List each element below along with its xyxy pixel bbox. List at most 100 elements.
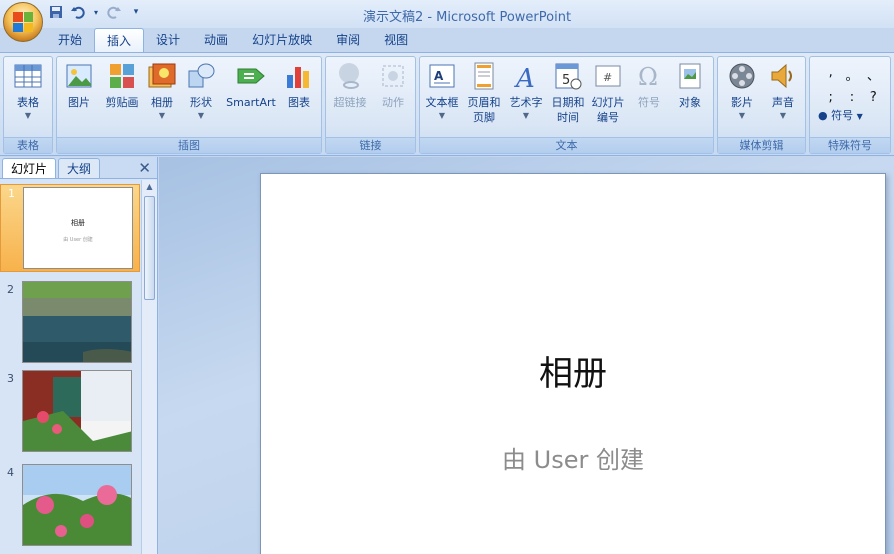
action-button[interactable]: 动作 [374,61,412,110]
shapes-icon [186,61,216,91]
tab-slides[interactable]: 幻灯片 [2,158,57,178]
flowers-photo [23,465,131,545]
chart-button[interactable]: 图表 [281,61,317,110]
symbol-comma[interactable]: , [820,65,841,84]
ribbon-tabs: 开始 插入 设计 动画 幻灯片放映 审阅 视图 [46,28,420,52]
svg-text:A: A [434,69,444,83]
slide-thumb-frame [22,281,132,363]
panel-tabs: 幻灯片 大纲 ✕ [0,157,157,179]
wordart-label: 艺术字 [509,96,543,109]
slide-thumbnails: 1 相册 由 User 创建 2 3 4 [0,180,140,554]
object-label: 对象 [679,96,701,109]
header-footer-label-2: 页脚 [473,111,495,124]
bullet-icon: ● [818,109,828,122]
slide-number: 4 [7,466,14,479]
group-illustrations: 图片 剪贴画 相册 ▼ 形状 ▼ SmartArt 图表 插图 [56,56,322,154]
group-links: 超链接 动作 链接 [325,56,416,154]
hyperlink-label: 超链接 [333,96,367,109]
clipart-label: 剪贴画 [105,96,139,109]
chevron-down-icon: ▼ [438,111,446,120]
object-button[interactable]: 对象 [670,61,710,110]
table-icon [13,61,43,91]
slide-thumb-frame [22,370,132,452]
symbol-button[interactable]: Ω 符号 [630,61,668,110]
group-text-label: 文本 [420,137,713,153]
thumbnail-scrollbar[interactable]: ▲ [141,180,157,554]
group-media: 影片 ▼ 声音 ▼ 媒体剪辑 [717,56,806,154]
action-label: 动作 [382,96,404,109]
group-special-symbols-label: 特殊符号 [810,137,890,153]
textbox-button[interactable]: A 文本框 ▼ [422,61,462,122]
textbox-label: 文本框 [425,96,459,109]
date-time-label-1: 日期和 [551,96,585,109]
sound-button[interactable]: 声音 ▼ [764,61,802,122]
smartart-button[interactable]: SmartArt [223,61,279,110]
symbol-period[interactable]: 。 [841,65,862,84]
ribbon: 表格 ▼ 表格 图片 剪贴画 相册 ▼ 形状 ▼ SmartArt 图表 插图 … [0,52,894,156]
group-links-label: 链接 [326,137,415,153]
movie-button[interactable]: 影片 ▼ [722,61,762,122]
tab-outline[interactable]: 大纲 [58,158,101,178]
svg-text:#: # [603,71,612,84]
date-time-button[interactable]: 5 日期和 时间 [548,61,588,125]
landscape-photo [23,282,131,362]
symbol-enum-comma[interactable]: 、 [863,65,884,84]
table-button[interactable]: 表格 ▼ [8,61,48,122]
chevron-down-icon: ▼ [856,112,863,121]
header-footer-button[interactable]: 页眉和 页脚 [464,61,504,125]
chevron-down-icon: ▼ [738,111,746,120]
wordart-button[interactable]: A 艺术字 ▼ [506,61,546,122]
picture-button[interactable]: 图片 [61,61,97,110]
tab-review[interactable]: 审阅 [324,28,372,52]
tab-insert[interactable]: 插入 [94,28,145,52]
smartart-label: SmartArt [226,96,276,109]
slide-thumbnail-3[interactable]: 3 [0,370,140,454]
group-text: A 文本框 ▼ 页眉和 页脚 A 艺术字 ▼ 5 日期和 时间 # 幻灯片 编号… [419,56,714,154]
slides-panel: 幻灯片 大纲 ✕ 1 相册 由 User 创建 2 3 4 ▲ [0,157,158,554]
special-symbol-button[interactable]: ● 符号 ▼ [818,107,863,123]
current-slide[interactable]: 相册 由 User 创建 [260,173,886,554]
omega-icon: Ω [634,61,664,91]
wordart-icon: A [511,61,541,94]
photo-album-icon [147,61,177,91]
group-special-symbols: , 。 、 ; : ? ● 符号 ▼ 特殊符号 [809,56,891,154]
slide-editor: 相册 由 User 创建 [159,157,894,554]
group-media-label: 媒体剪辑 [718,137,805,153]
symbol-colon[interactable]: : [841,90,862,105]
chart-icon [284,61,314,91]
symbol-question[interactable]: ? [863,90,884,105]
office-logo-icon [13,12,33,32]
shapes-button[interactable]: 形状 ▼ [183,61,219,122]
tab-slideshow[interactable]: 幻灯片放映 [240,28,324,52]
thumb-subtitle: 由 User 创建 [63,237,93,243]
speaker-icon [768,61,798,91]
header-footer-label-1: 页眉和 [467,96,501,109]
slide-thumbnail-1[interactable]: 1 相册 由 User 创建 [0,184,140,272]
close-icon[interactable]: ✕ [138,159,151,177]
scroll-up-icon[interactable]: ▲ [142,180,157,194]
chevron-down-icon: ▼ [158,111,166,120]
sound-label: 声音 [772,96,794,109]
window-title: 演示文稿2 - Microsoft PowerPoint [362,10,572,25]
slide-number-button[interactable]: # 幻灯片 编号 [588,61,628,125]
slide-thumbnail-4[interactable]: 4 [0,464,140,548]
calendar-icon: 5 [553,61,583,91]
tab-design[interactable]: 设计 [144,28,192,52]
scrollbar-thumb[interactable] [144,196,155,300]
slide-thumbnail-2[interactable]: 2 [0,281,140,365]
tab-view[interactable]: 视图 [372,28,420,52]
photo-album-button[interactable]: 相册 ▼ [145,61,179,122]
slide-title[interactable]: 相册 [261,346,885,395]
group-illustrations-label: 插图 [57,137,321,153]
office-button[interactable] [3,2,43,42]
group-table-label: 表格 [4,137,52,153]
slide-number-label-1: 幻灯片 [591,96,625,109]
slide-subtitle[interactable]: 由 User 创建 [261,440,885,475]
hyperlink-button[interactable]: 超链接 [330,61,370,110]
slide-number: 3 [7,372,14,385]
symbol-semicolon[interactable]: ; [820,90,841,105]
slide-number: 2 [7,283,14,296]
clipart-button[interactable]: 剪贴画 [99,61,145,110]
tab-home[interactable]: 开始 [46,28,94,52]
tab-animations[interactable]: 动画 [192,28,240,52]
